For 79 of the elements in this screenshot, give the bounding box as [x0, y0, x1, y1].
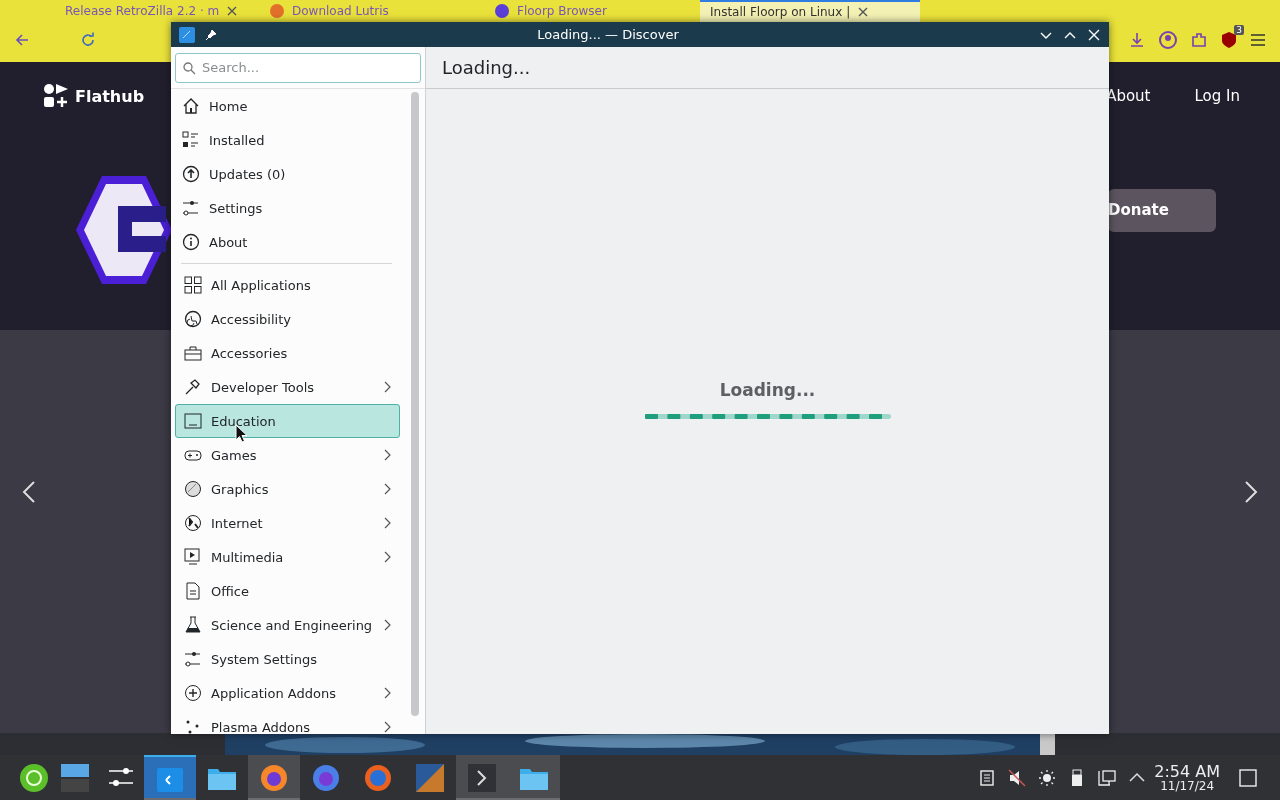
category-icon: [184, 514, 202, 532]
category-icon: [184, 582, 202, 600]
sidebar-item[interactable]: Science and Engineering: [175, 608, 400, 642]
sidebar-item[interactable]: All Applications: [175, 268, 400, 302]
category-icon: [184, 310, 202, 328]
page-title: Loading...: [426, 47, 1109, 89]
sidebar-item[interactable]: Multimedia: [175, 540, 400, 574]
sidebar-item[interactable]: About: [175, 225, 400, 259]
editor-icon: [415, 762, 445, 793]
close-icon[interactable]: [858, 7, 869, 17]
close-icon[interactable]: [227, 6, 238, 16]
list-icon: [182, 131, 200, 149]
sidebar-item[interactable]: Updates (0): [175, 157, 400, 191]
sidebar-item[interactable]: Accessibility: [175, 302, 400, 336]
update-icon: [182, 165, 200, 183]
tab-favicon-icon: [495, 4, 509, 18]
pin-icon[interactable]: [205, 28, 217, 41]
search-icon: [183, 61, 196, 75]
reload-icon[interactable]: [80, 32, 96, 48]
muted-speaker-icon[interactable]: [1008, 768, 1027, 787]
sidebar-item[interactable]: System Settings: [175, 642, 400, 676]
category-icon: [184, 480, 202, 498]
browser-tab[interactable]: Release RetroZilla 2.2 · m: [55, 0, 260, 22]
sidebar-item[interactable]: Graphics: [175, 472, 400, 506]
sidebar-item[interactable]: Office: [175, 574, 400, 608]
sidebar-item[interactable]: Settings: [175, 191, 400, 225]
terminal-icon: [467, 762, 497, 793]
account-icon[interactable]: [1158, 30, 1178, 50]
puzzle-piece-icon[interactable]: [1190, 31, 1208, 49]
network-icon[interactable]: [1098, 768, 1117, 787]
category-icon: [184, 378, 202, 396]
brightness-icon[interactable]: [1038, 768, 1057, 787]
browser-tab[interactable]: Download Lutris: [260, 0, 485, 22]
browser-icon: [363, 762, 393, 793]
browser-tab[interactable]: Install Floorp on Linux |: [700, 0, 920, 22]
donate-button[interactable]: Donate: [1108, 188, 1216, 232]
home-icon: [182, 97, 200, 115]
sidebar-item[interactable]: Accessories: [175, 336, 400, 370]
menu-icon[interactable]: [1250, 33, 1266, 47]
category-icon: [184, 412, 202, 430]
extension-badge: 3: [1234, 25, 1244, 35]
browser-icon: [311, 762, 341, 793]
mouse-pointer-icon: [235, 424, 248, 443]
sidebar-item[interactable]: Developer Tools: [175, 370, 400, 404]
flathub-logo-icon: [43, 83, 69, 109]
launcher-icon: [19, 762, 49, 793]
sidebar-item[interactable]: Internet: [175, 506, 400, 540]
category-icon: [184, 616, 202, 634]
sidebar-item[interactable]: Plasma Addons: [175, 710, 400, 734]
browser-icon: [259, 762, 289, 793]
sidebar-item[interactable]: Home: [175, 89, 400, 123]
window-title: Loading... — Discover: [536, 27, 680, 42]
search-field[interactable]: Search...: [175, 52, 421, 83]
nav-link[interactable]: Log In: [1194, 87, 1240, 105]
download-icon[interactable]: [1128, 31, 1146, 49]
sidebar-item[interactable]: Application Addons: [175, 676, 400, 710]
category-icon: [184, 276, 202, 294]
scrollbar-thumb[interactable]: [410, 92, 419, 716]
loading-label: Loading...: [719, 380, 816, 400]
shield-icon[interactable]: [1220, 31, 1238, 49]
show-desktop-icon[interactable]: [1238, 767, 1258, 788]
clipboard-icon[interactable]: [978, 768, 997, 787]
sidebar-item[interactable]: Installed: [175, 123, 400, 157]
app-icon: [179, 26, 195, 43]
clock[interactable]: 2:54 AM 11/17/24: [1154, 763, 1220, 792]
info-icon: [182, 233, 200, 251]
back-icon[interactable]: [14, 32, 30, 48]
settings-icon: [182, 199, 200, 217]
tab-favicon-icon: [270, 4, 284, 18]
sidebar-item[interactable]: Games: [175, 438, 400, 472]
category-icon: [184, 684, 202, 702]
browser-tab[interactable]: Floorp Browser: [485, 0, 700, 22]
sidebar-item[interactable]: Education: [175, 404, 400, 438]
app-logo-icon: [74, 174, 174, 286]
brand-name[interactable]: Flathub: [75, 86, 145, 106]
desktop-pager-icon: [60, 762, 90, 793]
category-icon: [184, 650, 202, 668]
category-icon: [184, 548, 202, 566]
category-icon: [184, 344, 202, 362]
